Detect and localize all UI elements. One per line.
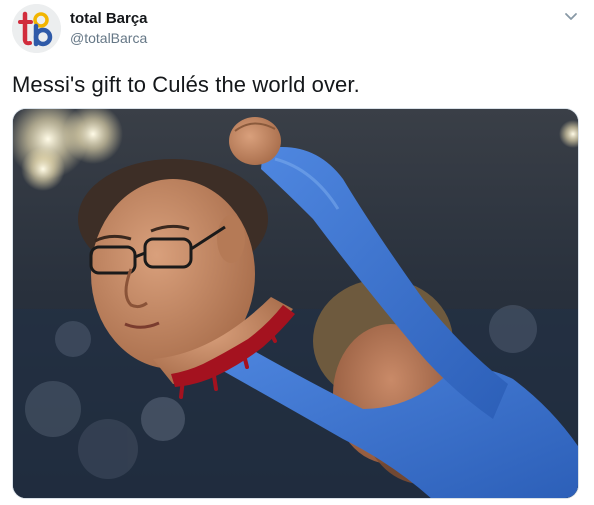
user-handle[interactable]: @totalBarca (70, 30, 147, 46)
photo-illustration (13, 109, 578, 498)
tweet-text: Messi's gift to Culés the world over. (12, 72, 360, 97)
total-barca-logo-icon (12, 4, 61, 53)
tweet-card: total Barça @totalBarca Messi's gift to … (0, 0, 594, 505)
display-name[interactable]: total Barça (70, 10, 148, 27)
avatar[interactable] (12, 4, 61, 53)
chevron-down-icon[interactable] (560, 6, 582, 28)
tweet-media-image[interactable] (12, 108, 579, 499)
